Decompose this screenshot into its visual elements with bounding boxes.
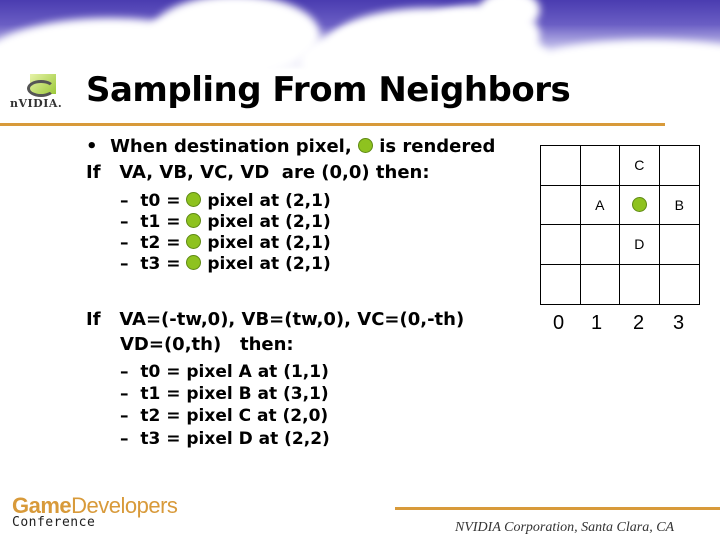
green-dot-icon xyxy=(186,213,202,228)
item-rhs: pixel at (2,1) xyxy=(207,233,331,253)
dash: – xyxy=(120,406,129,426)
dash: – xyxy=(120,233,129,253)
pixel-grid: CABD xyxy=(540,145,700,305)
item-text: t3 = pixel D at (2,2) xyxy=(140,429,330,449)
dash: – xyxy=(120,362,129,382)
item-lhs: t1 = xyxy=(140,212,181,232)
grid-cell-c: C xyxy=(620,146,660,186)
item-text: t0 = pixel A at (1,1) xyxy=(140,362,329,382)
item-lhs: t2 = xyxy=(140,233,181,253)
grid-cell xyxy=(541,146,581,186)
list-item: – t2 = pixel C at (2,0) xyxy=(120,406,328,426)
grid-cell xyxy=(580,146,620,186)
grid-cell-b: B xyxy=(659,186,699,225)
dash: – xyxy=(120,191,129,211)
footer-credit: NVIDIA Corporation, Santa Clara, CA xyxy=(455,520,675,535)
slide-title: Sampling From Neighbors xyxy=(86,70,571,110)
grid-cell xyxy=(541,264,581,304)
grid-x-label: 1 xyxy=(591,312,603,334)
list-item: – t3 = pixel at (2,1) xyxy=(120,254,331,274)
dash: – xyxy=(120,212,129,232)
green-dot-icon xyxy=(357,138,373,153)
list-item: – t0 = pixel A at (1,1) xyxy=(120,362,329,382)
section1-line1: • When destination pixel, is rendered xyxy=(86,136,495,157)
list-item: – t0 = pixel at (2,1) xyxy=(120,191,331,211)
list-item: – t1 = pixel B at (3,1) xyxy=(120,384,329,404)
item-rhs: pixel at (2,1) xyxy=(207,254,331,274)
section1-line1-suffix: is rendered xyxy=(379,136,496,157)
grid-cell xyxy=(580,225,620,265)
nvidia-eye-icon xyxy=(27,80,55,97)
title-divider xyxy=(0,123,665,126)
item-text: t1 = pixel B at (3,1) xyxy=(140,384,329,404)
item-text: t2 = pixel C at (2,0) xyxy=(140,406,329,426)
list-item: – t1 = pixel at (2,1) xyxy=(120,212,331,232)
grid-cell-d: D xyxy=(620,225,660,265)
green-dot-icon xyxy=(186,255,202,270)
grid-cell-destination xyxy=(620,185,660,225)
grid-cell xyxy=(659,225,699,265)
nvidia-logo: nVIDIA. xyxy=(8,72,74,112)
nvidia-logo-text: nVIDIA. xyxy=(10,97,63,110)
grid-cell xyxy=(541,225,581,265)
green-dot-icon xyxy=(631,197,647,213)
dash: – xyxy=(120,254,129,274)
item-rhs: pixel at (2,1) xyxy=(207,191,331,211)
grid-x-label: 0 xyxy=(553,312,565,334)
item-lhs: t0 = xyxy=(140,191,181,211)
green-dot-icon xyxy=(186,192,202,207)
sky-banner xyxy=(0,0,720,70)
grid-x-label: 3 xyxy=(673,312,685,334)
grid-cell-a: A xyxy=(580,185,620,225)
dash: – xyxy=(120,429,129,449)
grid-cell xyxy=(660,265,700,305)
gdc-logo: GameDevelopers Conference xyxy=(12,493,178,530)
list-item: – t3 = pixel D at (2,2) xyxy=(120,429,330,449)
grid-cell xyxy=(620,264,660,304)
section1-line1-prefix: When destination pixel, xyxy=(110,136,352,157)
grid-cell xyxy=(581,264,620,304)
list-item: – t2 = pixel at (2,1) xyxy=(120,233,331,253)
footer-divider xyxy=(395,507,720,510)
green-dot-icon xyxy=(186,234,202,249)
dash: – xyxy=(120,384,129,404)
grid-cell xyxy=(659,146,699,186)
bullet: • xyxy=(86,136,98,157)
item-lhs: t3 = xyxy=(140,254,181,274)
grid-x-label: 2 xyxy=(633,312,645,334)
section2-line1: If VA=(-tw,0), VB=(tw,0), VC=(0,-th) xyxy=(86,309,465,330)
section1-line2: If VA, VB, VC, VD are (0,0) then: xyxy=(86,162,430,183)
grid-cell xyxy=(541,185,581,225)
item-rhs: pixel at (2,1) xyxy=(207,212,331,232)
section2-line2: VD=(0,th) then: xyxy=(120,334,294,355)
